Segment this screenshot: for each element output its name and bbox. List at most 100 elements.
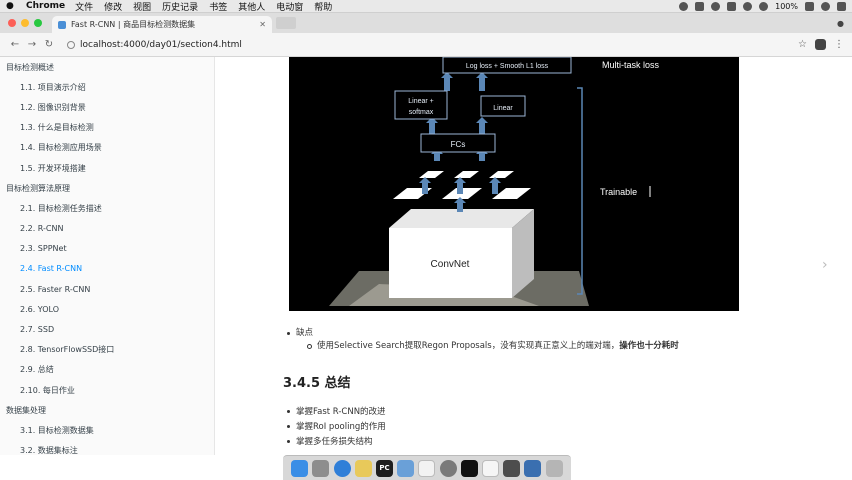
- sidebar-item[interactable]: 3.1. 目标检测数据集: [0, 420, 214, 440]
- cons-title: 缺点: [296, 328, 314, 338]
- search-icon[interactable]: [821, 1, 830, 11]
- terminal-icon[interactable]: [460, 459, 478, 477]
- fast-rcnn-diagram: ConvNet FCs Linear + softmax Linear Log …: [289, 57, 739, 311]
- menu-bookmarks[interactable]: 书签: [209, 0, 227, 13]
- menu-file[interactable]: 文件: [75, 0, 93, 13]
- sidebar-item[interactable]: 2.9. 总结: [0, 360, 214, 380]
- wifi-icon[interactable]: [743, 1, 753, 11]
- browser-tab[interactable]: Fast R-CNN | 商品目标检测数据集 ✕: [52, 16, 272, 33]
- star-icon[interactable]: ☆: [798, 39, 807, 50]
- extension-icon[interactable]: [815, 39, 826, 50]
- sidebar-item[interactable]: 1.5. 开发环境搭建: [0, 158, 214, 178]
- favicon-icon: [58, 20, 66, 29]
- sidebar-item[interactable]: 2.6. YOLO: [0, 299, 214, 319]
- book-sidebar: 目标检测概述 1.1. 项目演示介绍 1.2. 图像识别背景 1.3. 什么是目标检测…: [0, 57, 215, 455]
- launchpad-icon[interactable]: [312, 459, 330, 477]
- safari-icon[interactable]: [333, 459, 351, 477]
- sidebar-chapter[interactable]: 数据集处理: [0, 400, 214, 420]
- zoom-window-icon[interactable]: [34, 19, 42, 27]
- menu-help[interactable]: 帮助: [314, 0, 332, 13]
- trainable-bracket: [577, 87, 583, 295]
- sidebar-item[interactable]: 3.2. 数据集标注: [0, 441, 214, 455]
- mail-icon[interactable]: [397, 459, 415, 477]
- pycharm-icon[interactable]: PC: [376, 459, 394, 477]
- softmax-label-2: softmax: [409, 109, 434, 116]
- close-tab-icon[interactable]: ✕: [259, 20, 266, 29]
- menu-history[interactable]: 历史记录: [162, 0, 198, 13]
- sidebar-item[interactable]: 1.3. 什么是目标检测: [0, 118, 214, 138]
- window-controls: [8, 19, 42, 27]
- sidebar-chapter[interactable]: 目标检测概述: [0, 57, 214, 77]
- url-text[interactable]: localhost:4000/day01/section4.html: [80, 40, 242, 50]
- browser-toolbar: ← → ↻ localhost:4000/day01/section4.html…: [0, 33, 852, 57]
- sidebar-item[interactable]: 2.1. 目标检测任务描述: [0, 198, 214, 218]
- cons-detail: 使用Selective Search提取Regon Proposals，没有实现…: [286, 340, 826, 353]
- sidebar-item[interactable]: 1.2. 图像识别背景: [0, 97, 214, 117]
- textedit-icon[interactable]: [482, 459, 500, 477]
- notes-icon[interactable]: [354, 459, 372, 477]
- cons-detail-text: 使用Selective Search提取Regon Proposals，没有实现…: [317, 341, 620, 351]
- roi-pool-1: [419, 171, 444, 178]
- diagram-svg: ConvNet FCs Linear + softmax Linear Log …: [329, 57, 660, 306]
- menu-bar: ● Chrome 文件 修改 视图 历史记录 书签 其他人 电动窗 帮助 100…: [0, 0, 852, 13]
- reload-icon[interactable]: ↻: [42, 39, 56, 50]
- directory-icon[interactable]: [503, 459, 521, 477]
- battery-icon[interactable]: [805, 1, 814, 11]
- keyboard-icon[interactable]: [727, 1, 737, 11]
- volume-icon[interactable]: [759, 1, 769, 11]
- multitask-label: Multi-task loss: [602, 60, 660, 70]
- sidebar-item[interactable]: 2.10. 每日作业: [0, 380, 214, 400]
- address-bar[interactable]: localhost:4000/day01/section4.html: [67, 40, 242, 50]
- back-icon[interactable]: ←: [8, 39, 22, 50]
- softmax-label-1: Linear +: [408, 98, 434, 105]
- sidebar-item[interactable]: 2.5. Faster R-CNN: [0, 279, 214, 299]
- sidebar-item[interactable]: 1.1. 项目演示介绍: [0, 77, 214, 97]
- cons-item: 缺点: [286, 327, 826, 340]
- calendar-icon[interactable]: [418, 459, 436, 477]
- info-icon[interactable]: [67, 40, 75, 49]
- sidebar-item[interactable]: 2.4. Fast R-CNN: [0, 259, 214, 279]
- summary-item: 掌握RoI pooling的作用: [286, 420, 826, 435]
- trash-icon[interactable]: [545, 459, 563, 477]
- dock: PC: [283, 455, 571, 480]
- toolbar-actions: ☆ ⋮: [798, 39, 844, 50]
- close-window-icon[interactable]: [8, 19, 16, 27]
- apple-icon[interactable]: ●: [6, 1, 18, 11]
- summary-item: 掌握多任务损失结构: [286, 435, 826, 450]
- new-tab-button[interactable]: [276, 17, 296, 29]
- cons-detail-bold: 操作也十分耗时: [619, 341, 679, 351]
- display-icon[interactable]: [695, 1, 705, 11]
- forward-icon[interactable]: →: [25, 39, 39, 50]
- finder-icon[interactable]: [291, 459, 309, 477]
- convnet-label: ConvNet: [431, 259, 470, 270]
- minimize-window-icon[interactable]: [21, 19, 29, 27]
- app-menu-chrome[interactable]: Chrome: [26, 1, 65, 11]
- sidebar-item[interactable]: 2.7. SSD: [0, 319, 214, 339]
- sidebar-item[interactable]: 1.4. 目标检测应用场景: [0, 138, 214, 158]
- menu-edit[interactable]: 修改: [104, 0, 122, 13]
- next-page-button[interactable]: ›: [822, 257, 828, 273]
- more-menu-icon[interactable]: ⋮: [834, 39, 844, 50]
- tab-strip: Fast R-CNN | 商品目标检测数据集 ✕ ●: [0, 13, 852, 33]
- main-content: ‹ › ConvNet: [216, 57, 852, 455]
- summary-item: 掌握Fast R-CNN的改进: [286, 405, 826, 420]
- status-tray: 100%: [679, 1, 846, 11]
- sidebar-item[interactable]: 2.2. R-CNN: [0, 219, 214, 239]
- profile-icon[interactable]: ●: [837, 19, 844, 28]
- record-icon[interactable]: [679, 1, 689, 11]
- trainable-label: Trainable: [600, 187, 637, 197]
- sidebar-item[interactable]: 2.3. SPPNet: [0, 239, 214, 259]
- keynote-icon[interactable]: [524, 459, 542, 477]
- article-body: 缺点 使用Selective Search提取Regon Proposals，没…: [283, 327, 826, 450]
- bbox-label: Linear: [493, 105, 513, 112]
- menu-view[interactable]: 视图: [133, 0, 151, 13]
- menu-people[interactable]: 其他人: [238, 0, 265, 13]
- battery-percent[interactable]: 100%: [775, 2, 798, 11]
- roi-pool-2: [454, 171, 479, 178]
- sidebar-item[interactable]: 2.8. TensorFlowSSD接口: [0, 340, 214, 360]
- sync-icon[interactable]: [711, 1, 721, 11]
- sidebar-chapter[interactable]: 目标检测算法原理: [0, 178, 214, 198]
- menu-list-icon[interactable]: [837, 1, 846, 11]
- menu-window[interactable]: 电动窗: [276, 0, 303, 13]
- system-preferences-icon[interactable]: [439, 459, 457, 477]
